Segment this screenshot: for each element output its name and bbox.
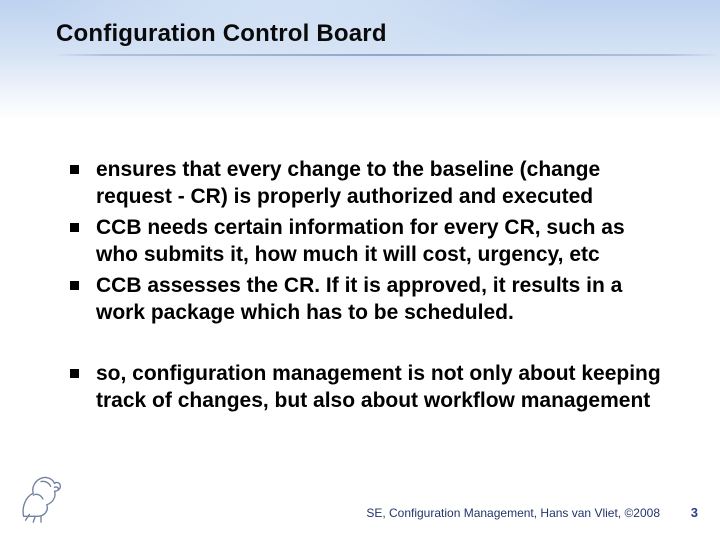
header-underline [52,54,720,56]
list-item: CCB assesses the CR. If it is approved, … [64,272,672,326]
slide-body: ensures that every change to the baselin… [64,156,672,418]
page-number: 3 [691,505,698,520]
bullet-list-primary: ensures that every change to the baselin… [64,156,672,326]
list-item: CCB needs certain information for every … [64,214,672,268]
list-item: so, configuration management is not only… [64,360,672,414]
spacer [64,330,672,360]
bullet-list-secondary: so, configuration management is not only… [64,360,672,414]
footer-text: SE, Configuration Management, Hans van V… [366,506,660,520]
slide: Configuration Control Board ensures that… [0,0,720,540]
header-background [0,0,720,120]
griffin-logo-icon [12,468,70,526]
list-item: ensures that every change to the baselin… [64,156,672,210]
slide-title: Configuration Control Board [56,20,387,48]
